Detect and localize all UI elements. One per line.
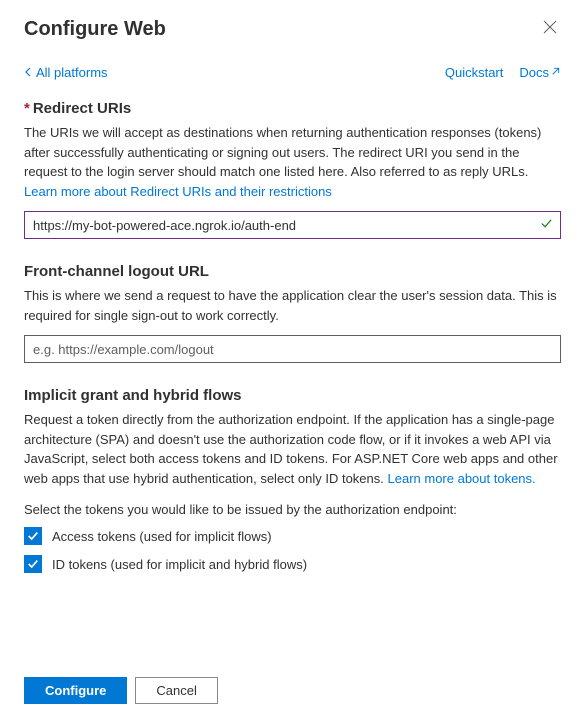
configure-button[interactable]: Configure [24, 677, 127, 704]
checkmark-icon [27, 530, 39, 542]
redirect-learn-more-link[interactable]: Learn more about Redirect URIs and their… [24, 184, 332, 199]
implicit-grant-section: Implicit grant and hybrid flows Request … [0, 381, 585, 591]
close-button[interactable] [539, 16, 561, 43]
redirect-uris-section: *Redirect URIs The URIs we will accept a… [0, 94, 585, 247]
quickstart-link[interactable]: Quickstart [445, 65, 504, 80]
id-tokens-checkbox[interactable] [24, 555, 42, 573]
front-channel-section: Front-channel logout URL This is where w… [0, 257, 585, 371]
id-tokens-label[interactable]: ID tokens (used for implicit and hybrid … [52, 557, 307, 572]
redirect-uri-input-wrapper [24, 211, 561, 239]
implicit-grant-description: Request a token directly from the author… [24, 410, 561, 488]
token-select-prompt: Select the tokens you would like to be i… [24, 502, 561, 517]
back-all-platforms-link[interactable]: All platforms [24, 65, 108, 80]
external-link-icon [550, 66, 561, 77]
docs-link[interactable]: Docs [519, 65, 561, 80]
redirect-uris-description-text: The URIs we will accept as destinations … [24, 125, 541, 179]
tokens-learn-more-link[interactable]: Learn more about tokens. [388, 471, 536, 486]
redirect-uri-input[interactable] [24, 211, 561, 239]
cancel-button[interactable]: Cancel [135, 677, 217, 704]
redirect-uris-title: *Redirect URIs [24, 100, 561, 117]
back-link-label: All platforms [36, 65, 108, 80]
front-channel-logout-input[interactable] [24, 335, 561, 363]
redirect-uris-description: The URIs we will accept as destinations … [24, 123, 561, 201]
id-tokens-checkbox-row: ID tokens (used for implicit and hybrid … [24, 555, 561, 573]
check-icon [540, 217, 553, 233]
docs-link-label: Docs [519, 65, 549, 80]
panel-title: Configure Web [24, 18, 166, 41]
top-links: Quickstart Docs [445, 65, 561, 80]
access-tokens-label[interactable]: Access tokens (used for implicit flows) [52, 529, 272, 544]
panel-footer: Configure Cancel [0, 661, 585, 720]
checkmark-icon [27, 558, 39, 570]
top-nav: All platforms Quickstart Docs [0, 55, 585, 94]
access-tokens-checkbox[interactable] [24, 527, 42, 545]
chevron-left-icon [24, 65, 32, 80]
access-tokens-checkbox-row: Access tokens (used for implicit flows) [24, 527, 561, 545]
close-icon [543, 21, 557, 38]
implicit-grant-title: Implicit grant and hybrid flows [24, 387, 561, 404]
front-channel-title: Front-channel logout URL [24, 263, 561, 280]
required-asterisk: * [24, 100, 30, 117]
front-channel-description: This is where we send a request to have … [24, 286, 561, 325]
panel-header: Configure Web [0, 0, 585, 55]
redirect-uris-title-text: Redirect URIs [33, 100, 131, 117]
